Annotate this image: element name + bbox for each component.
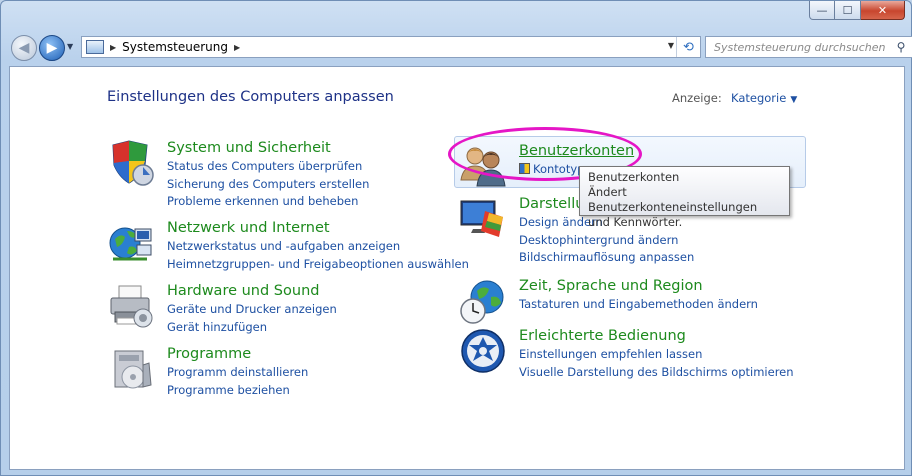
- link-geraet-hinzufuegen[interactable]: Gerät hinzufügen: [167, 319, 337, 337]
- recent-pages-dropdown[interactable]: ▼: [67, 42, 73, 51]
- tooltip: Benutzerkonten Ändert Benutzerkonteneins…: [579, 166, 790, 229]
- caption-buttons: — ☐ ✕: [809, 1, 905, 20]
- link-visuelle-darstellung[interactable]: Visuelle Darstellung des Bildschirms opt…: [519, 364, 794, 382]
- network-icon: [109, 227, 152, 261]
- link-einstellungen-empfehlen[interactable]: Einstellungen empfehlen lassen: [519, 346, 794, 364]
- chevron-down-icon: ▼: [790, 95, 798, 105]
- address-bar[interactable]: ▶ Systemsteuerung ▶ ▼ ⟲: [81, 36, 701, 58]
- control-panel-window: — ☐ ✕ ◀ ▶ ▼ ▶ Systemsteuerung ▶ ▼ ⟲ Syst…: [0, 0, 912, 476]
- category-title[interactable]: Netzwerk und Internet: [167, 219, 469, 238]
- category-title[interactable]: Programme: [167, 345, 308, 364]
- minimize-button[interactable]: —: [809, 1, 835, 20]
- printer-icon: [110, 285, 153, 328]
- refresh-icon[interactable]: ⟲: [676, 37, 700, 57]
- link-geraete-drucker[interactable]: Geräte und Drucker anzeigen: [167, 301, 337, 319]
- breadcrumb-separator[interactable]: ▶: [110, 43, 116, 52]
- navigation-bar: ◀ ▶ ▼ ▶ Systemsteuerung ▶ ▼ ⟲ Systemsteu…: [9, 34, 912, 61]
- display-icon: [460, 200, 503, 237]
- tooltip-line-1: Ändert Benutzerkonteneinstellungen: [588, 185, 758, 214]
- forward-button[interactable]: ▶: [39, 35, 65, 61]
- link-heimnetzgruppen[interactable]: Heimnetzgruppen- und Freigabeoptionen au…: [167, 256, 469, 274]
- tooltip-title: Benutzerkonten: [588, 170, 680, 184]
- shield-icon: [112, 140, 154, 186]
- link-desktophintergrund[interactable]: Desktophintergrund ändern: [519, 232, 694, 250]
- category-title[interactable]: Zeit, Sprache und Region: [519, 277, 758, 296]
- page-title: Einstellungen des Computers anpassen: [107, 89, 394, 105]
- view-label: Anzeige:: [672, 91, 722, 105]
- view-mode-dropdown[interactable]: Kategorie ▼: [731, 91, 797, 105]
- category-title[interactable]: Hardware und Sound: [167, 282, 337, 301]
- search-placeholder: Systemsteuerung durchsuchen: [714, 40, 886, 54]
- control-panel-icon: [86, 40, 104, 54]
- link-sicherung-erstellen[interactable]: Sicherung des Computers erstellen: [167, 176, 369, 194]
- back-arrow-icon: ◀: [18, 40, 30, 56]
- maximize-button[interactable]: ☐: [835, 1, 861, 20]
- link-programm-deinstallieren[interactable]: Programm deinstallieren: [167, 364, 308, 382]
- link-tastaturen[interactable]: Tastaturen und Eingabemethoden ändern: [519, 296, 758, 314]
- search-icon[interactable]: ⚲: [890, 40, 912, 54]
- back-button[interactable]: ◀: [11, 35, 37, 61]
- link-netzwerkstatus[interactable]: Netzwerkstatus und -aufgaben anzeigen: [167, 238, 469, 256]
- accessibility-icon: [461, 329, 505, 373]
- globe-clock-icon: [460, 280, 504, 324]
- close-button[interactable]: ✕: [861, 1, 905, 20]
- link-probleme-beheben[interactable]: Probleme erkennen und beheben: [167, 193, 369, 211]
- forward-arrow-icon: ▶: [46, 40, 58, 56]
- main-content: Einstellungen des Computers anpassen Anz…: [9, 66, 905, 470]
- link-bildschirmaufloesung[interactable]: Bildschirmauflösung anpassen: [519, 249, 694, 267]
- breadcrumb-systemsteuerung[interactable]: Systemsteuerung: [122, 40, 228, 54]
- link-status-ueberpruefen[interactable]: Status des Computers überprüfen: [167, 158, 369, 176]
- tooltip-line-2: und Kennwörter.: [588, 215, 683, 229]
- view-mode-value: Kategorie: [731, 91, 787, 105]
- address-dropdown-icon[interactable]: ▼: [668, 41, 674, 50]
- programs-icon: [114, 350, 152, 389]
- category-title[interactable]: System und Sicherheit: [167, 139, 369, 158]
- breadcrumb-separator-trailing[interactable]: ▶: [234, 43, 240, 52]
- link-programme-beziehen[interactable]: Programme beziehen: [167, 382, 308, 400]
- category-title[interactable]: Erleichterte Bedienung: [519, 327, 794, 346]
- search-input[interactable]: Systemsteuerung durchsuchen ⚲: [705, 36, 912, 58]
